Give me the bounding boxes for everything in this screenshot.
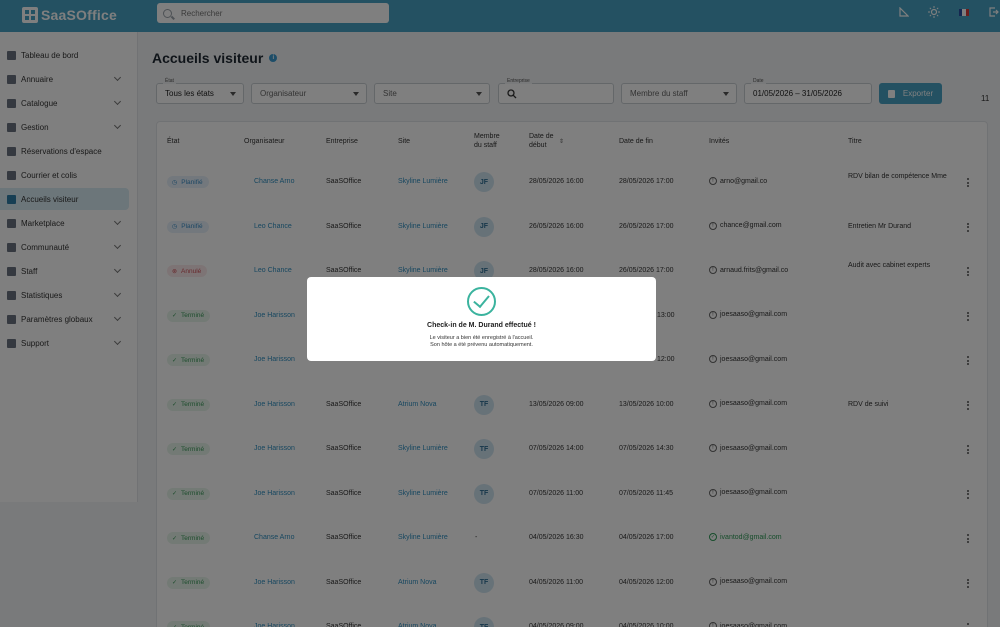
check-circle-icon bbox=[467, 287, 496, 316]
modal-message: Le visiteur a bien été enregistré à l'ac… bbox=[307, 335, 656, 349]
checkin-success-modal: Check-in de M. Durand effectué ! Le visi… bbox=[307, 277, 656, 361]
modal-title: Check-in de M. Durand effectué ! bbox=[427, 322, 536, 329]
modal-message-line-2: Son hôte a été prévenu automatiquement. bbox=[430, 342, 533, 348]
modal-message-line-1: Le visiteur a bien été enregistré à l'ac… bbox=[429, 335, 534, 341]
